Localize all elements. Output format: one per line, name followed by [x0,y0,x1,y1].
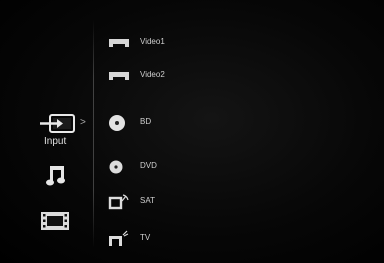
input-item-label: Video1 [140,37,165,46]
film-strip-icon [41,212,69,230]
input-item-label: BD [140,117,152,126]
video-input-port-icon [109,72,129,80]
submenu-arrow: > [80,117,86,128]
menu-divider [93,20,94,248]
satellite-tv-icon [108,194,129,210]
video-input-port-icon [109,39,129,47]
disc-icon [109,160,123,174]
xmb-menu-screen: Input > Video1 Video2 BD DVD SAT TV [0,0,384,263]
category-video[interactable] [40,211,70,236]
input-item-label: TV [140,233,151,242]
disc-icon [109,115,125,131]
tv-antenna-icon [109,230,129,246]
music-note-icon [46,166,65,186]
category-input-label: Input [44,136,67,147]
input-item-label: DVD [140,161,157,170]
input-icon [40,114,75,133]
category-music[interactable] [45,165,67,192]
input-item-label: Video2 [140,70,165,79]
input-item-label: SAT [140,196,155,205]
